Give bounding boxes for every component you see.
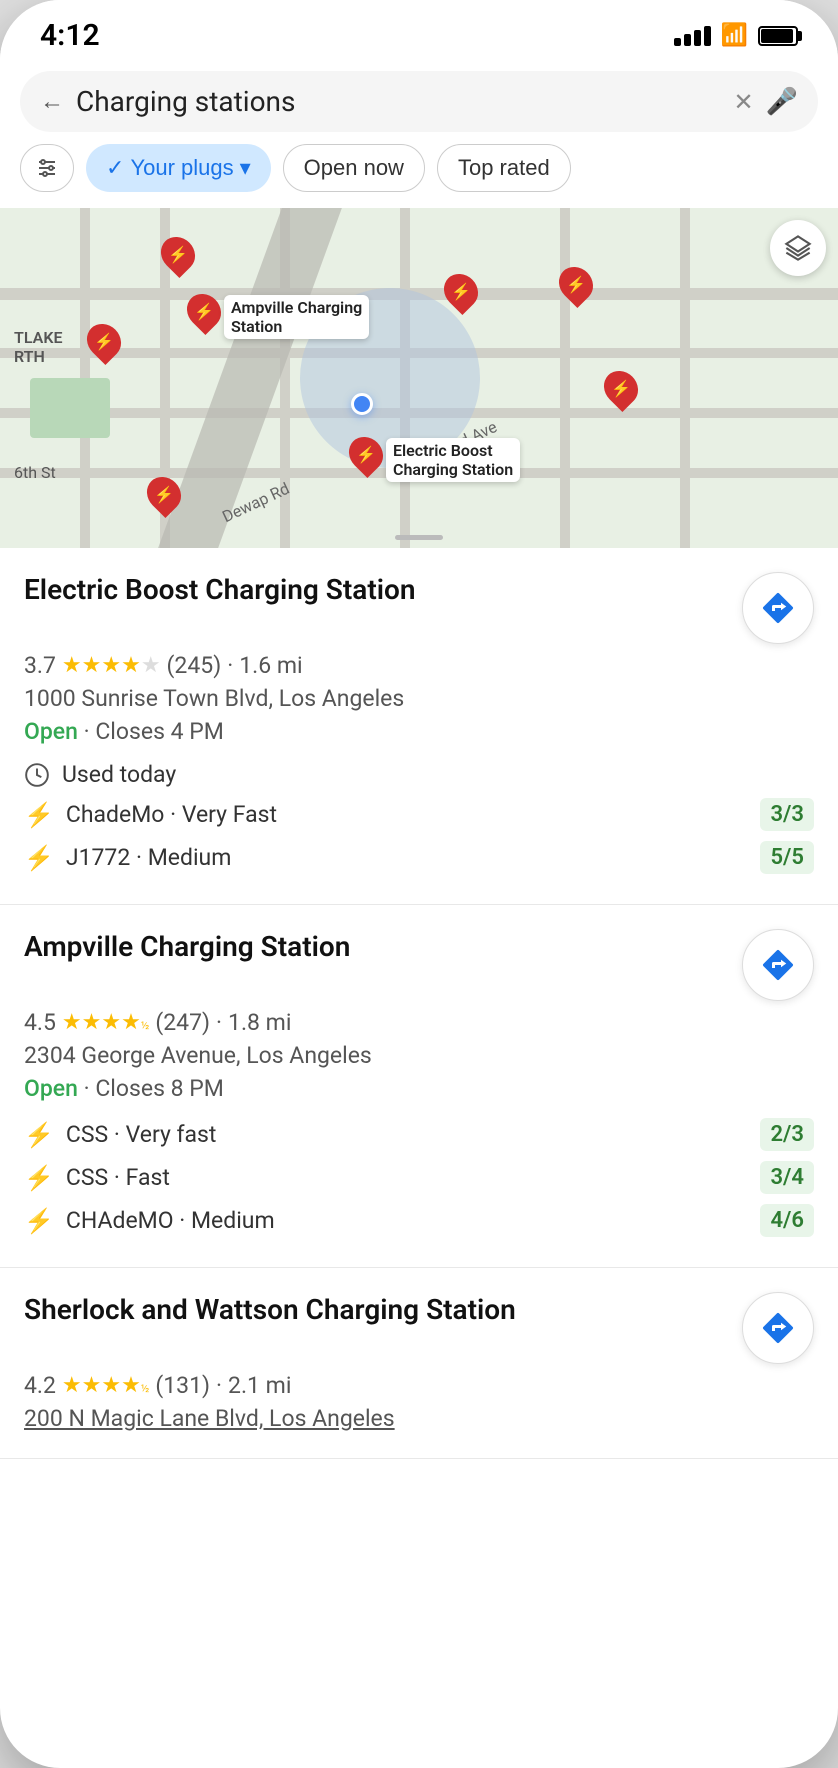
filter-open-now[interactable]: Open now — [283, 144, 425, 192]
station-header: Electric Boost Charging Station — [24, 572, 814, 644]
station-meta: 3.7 ★★★★★ (245) · 1.6 mi — [24, 652, 814, 679]
charger-availability: 4/6 — [760, 1204, 814, 1237]
bolt-icon: ⚡ — [24, 1164, 54, 1192]
current-location — [351, 393, 373, 415]
map-pin: ⚡ — [445, 273, 477, 309]
bolt-icon: ⚡ — [24, 1121, 54, 1149]
station-distance: 1.8 mi — [228, 1009, 291, 1036]
phone-frame: 4:12 📶 ← Charging stations ✕ 🎤 — [0, 0, 838, 1768]
station-card-ampville: Ampville Charging Station 4.5 ★★★★½ (247… — [0, 905, 838, 1268]
station-status: Open · Closes 4 PM — [24, 718, 814, 745]
map-park — [30, 378, 110, 438]
charger-row-1: ⚡ CSS · Fast 3/4 — [24, 1161, 814, 1194]
station-reviews: (245) — [167, 652, 222, 679]
charger-row-0: ⚡ ChadeMo · Very Fast 3/3 — [24, 798, 814, 831]
station-status: Open · Closes 8 PM — [24, 1075, 814, 1102]
mic-icon[interactable]: 🎤 — [766, 87, 798, 117]
station-rating: 4.5 — [24, 1009, 56, 1036]
station-rating: 4.2 — [24, 1372, 56, 1399]
filter-your-plugs[interactable]: ✓ Your plugs ▾ — [86, 144, 271, 192]
directions-button[interactable] — [742, 1292, 814, 1364]
charger-row-2: ⚡ CHAdeMO · Medium 4/6 — [24, 1204, 814, 1237]
station-feature-row: Used today — [24, 761, 814, 788]
status-closes-label: · Closes 8 PM — [84, 1075, 224, 1102]
map-pin-ampville: ⚡ Ampville ChargingStation — [188, 293, 220, 329]
status-open-label: Open — [24, 718, 78, 745]
charger-availability: 2/3 — [760, 1118, 814, 1151]
map-pin: ⚡ — [88, 323, 120, 359]
charger-type: ChadeMo · Very Fast — [66, 801, 749, 828]
bolt-icon: ⚡ — [24, 801, 54, 829]
map-road — [560, 208, 570, 548]
charger-type: CSS · Very fast — [66, 1121, 749, 1148]
filter-top-rated[interactable]: Top rated — [437, 144, 571, 192]
station-distance: 1.6 mi — [239, 652, 302, 679]
station-name[interactable]: Electric Boost Charging Station — [24, 572, 730, 608]
station-card-electric-boost: Electric Boost Charging Station 3.7 ★★★★… — [0, 548, 838, 905]
charger-type: J1772 · Medium — [66, 844, 749, 871]
directions-button[interactable] — [742, 572, 814, 644]
back-button[interactable]: ← — [40, 87, 64, 116]
charger-type: CHAdeMO · Medium — [66, 1207, 749, 1234]
station-header: Sherlock and Wattson Charging Station — [24, 1292, 814, 1364]
clock-icon — [24, 762, 50, 788]
station-meta: 4.5 ★★★★½ (247) · 1.8 mi — [24, 1009, 814, 1036]
search-input[interactable]: Charging stations — [76, 85, 722, 118]
charger-availability: 3/4 — [760, 1161, 814, 1194]
map-layer-button[interactable] — [770, 220, 826, 276]
map-pin-electric-boost: ⚡ Electric BoostCharging Station — [350, 436, 382, 472]
station-stars: ★★★★½ — [62, 1373, 149, 1398]
station-reviews: (131) — [155, 1372, 210, 1399]
battery-icon — [758, 26, 798, 46]
station-meta: 4.2 ★★★★½ (131) · 2.1 mi — [24, 1372, 814, 1399]
charger-row-1: ⚡ J1772 · Medium 5/5 — [24, 841, 814, 874]
map-pin: ⚡ — [560, 266, 592, 302]
station-header: Ampville Charging Station — [24, 929, 814, 1001]
directions-button[interactable] — [742, 929, 814, 1001]
status-open-label: Open — [24, 1075, 78, 1102]
wifi-icon: 📶 — [721, 23, 748, 48]
map-drag-handle[interactable] — [395, 535, 443, 540]
station-card-sherlock: Sherlock and Wattson Charging Station 4.… — [0, 1268, 838, 1459]
map[interactable]: Dewap Rd Deland Ave TLAKERTH 6th St ⚡ ⚡ … — [0, 208, 838, 548]
station-reviews: (247) — [155, 1009, 210, 1036]
station-distance: 2.1 mi — [228, 1372, 291, 1399]
search-bar[interactable]: ← Charging stations ✕ 🎤 — [20, 71, 818, 132]
station-address: 2304 George Avenue, Los Angeles — [24, 1042, 814, 1069]
station-rating: 3.7 — [24, 652, 56, 679]
station-stars: ★★★★½ — [62, 1010, 149, 1035]
status-time: 4:12 — [40, 18, 100, 53]
map-background: Dewap Rd Deland Ave TLAKERTH 6th St ⚡ ⚡ … — [0, 208, 838, 548]
map-pin: ⚡ — [605, 370, 637, 406]
station-name[interactable]: Ampville Charging Station — [24, 929, 730, 965]
map-pin: ⚡ — [148, 476, 180, 512]
filter-row: ✓ Your plugs ▾ Open now Top rated — [0, 144, 838, 208]
clear-icon[interactable]: ✕ — [734, 88, 754, 116]
station-address: 1000 Sunrise Town Blvd, Los Angeles — [24, 685, 814, 712]
charger-availability: 5/5 — [760, 841, 814, 874]
charger-availability: 3/3 — [760, 798, 814, 831]
charger-row-0: ⚡ CSS · Very fast 2/3 — [24, 1118, 814, 1151]
status-closes-label: · Closes 4 PM — [84, 718, 224, 745]
station-address: 200 N Magic Lane Blvd, Los Angeles — [24, 1405, 814, 1432]
station-stars: ★★★★★ — [62, 653, 161, 678]
bolt-icon: ⚡ — [24, 1207, 54, 1235]
station-feature-text: Used today — [62, 761, 814, 788]
status-bar: 4:12 📶 — [0, 0, 838, 63]
charger-type: CSS · Fast — [66, 1164, 749, 1191]
map-pin: ⚡ — [162, 236, 194, 272]
status-icons: 📶 — [674, 23, 798, 48]
signal-icon — [674, 26, 711, 46]
station-name[interactable]: Sherlock and Wattson Charging Station — [24, 1292, 730, 1328]
map-road — [680, 208, 690, 548]
filter-settings-button[interactable] — [20, 144, 74, 192]
bolt-icon: ⚡ — [24, 844, 54, 872]
